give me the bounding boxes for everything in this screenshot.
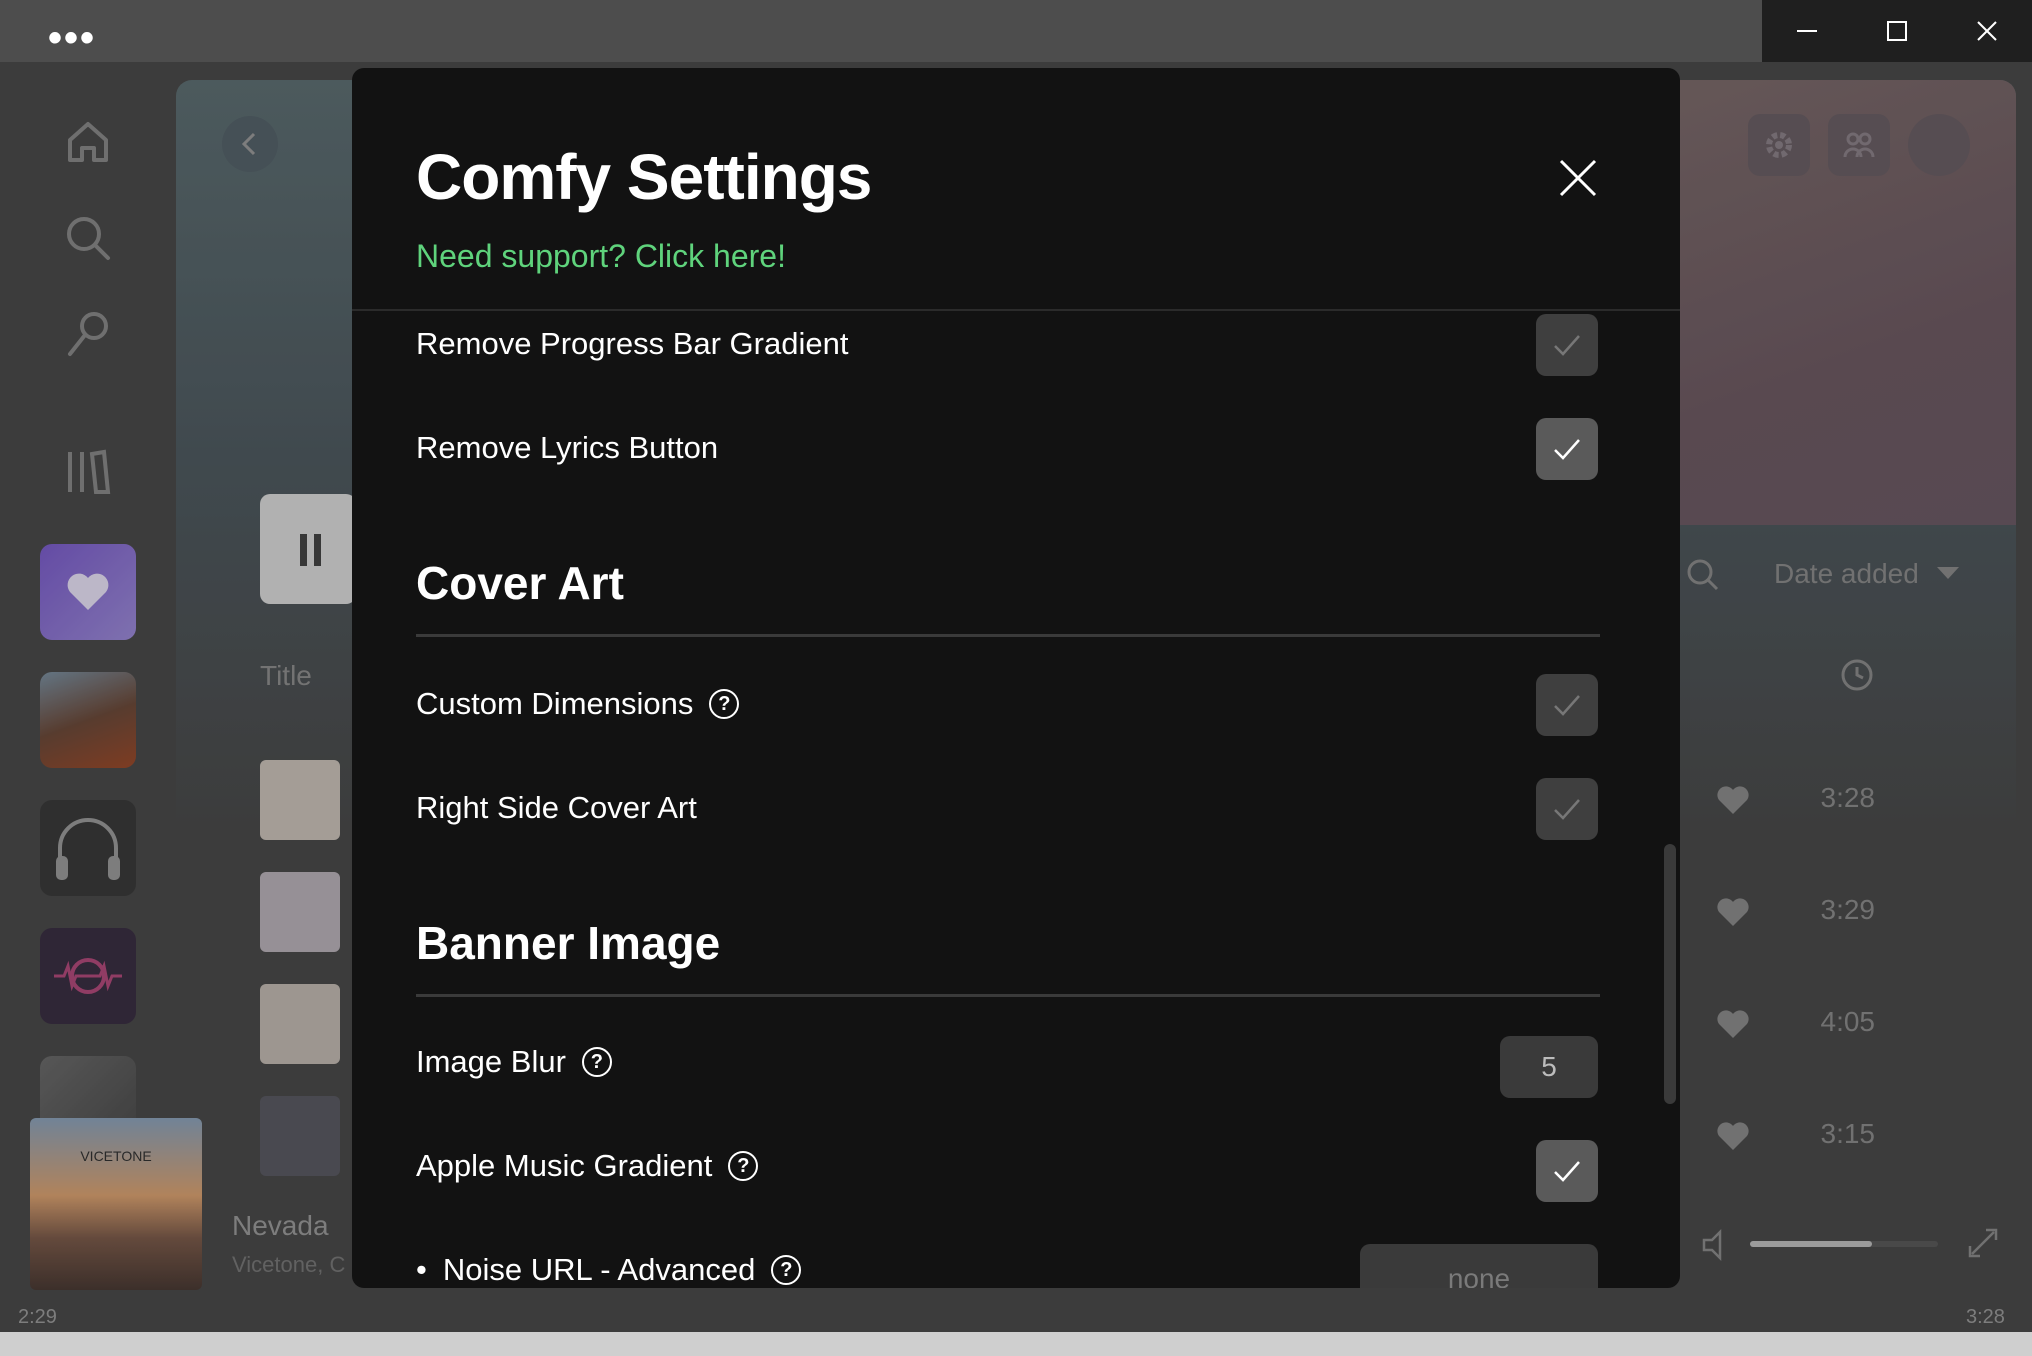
remove-progress-bar-gradient-checkbox[interactable]	[1536, 314, 1598, 376]
checkmark-icon	[1554, 335, 1580, 356]
title-bar	[0, 0, 2032, 62]
image-blur-input[interactable]: 5	[1500, 1036, 1598, 1098]
setting-row-noise-url: • Noise URL - Advanced ?	[416, 1252, 802, 1288]
section-divider	[416, 634, 1600, 637]
modal-title: Comfy Settings	[416, 141, 872, 213]
setting-row-custom-dimensions: Custom Dimensions ?	[416, 686, 740, 722]
section-divider	[416, 994, 1600, 997]
setting-label: Right Side Cover Art	[416, 790, 697, 825]
close-icon[interactable]	[1942, 0, 2032, 62]
help-icon[interactable]: ?	[581, 1047, 612, 1077]
setting-row-apple-music-gradient: Apple Music Gradient ?	[416, 1148, 759, 1184]
custom-dimensions-checkbox[interactable]	[1536, 674, 1598, 736]
setting-label: Remove Lyrics Button	[416, 430, 719, 465]
checkmark-icon	[1554, 439, 1580, 460]
scrollbar[interactable]	[1664, 844, 1676, 1104]
setting-label: Custom Dimensions	[416, 686, 694, 721]
section-heading: Banner Image	[416, 917, 721, 969]
setting-row-image-blur: Image Blur ?	[416, 1044, 612, 1080]
maximize-icon[interactable]	[1852, 0, 1942, 62]
window-controls	[1762, 0, 2032, 62]
apple-music-gradient-checkbox[interactable]	[1536, 1140, 1598, 1202]
more-dots-icon[interactable]: •••	[48, 18, 96, 58]
setting-label: Image Blur	[416, 1044, 566, 1079]
help-icon[interactable]: ?	[771, 1255, 802, 1285]
setting-label: Remove Progress Bar Gradient	[416, 326, 849, 361]
support-link[interactable]: Need support? Click here!	[416, 238, 786, 275]
checkmark-icon	[1554, 1161, 1580, 1182]
bullet: •	[416, 1252, 427, 1287]
section-heading: Cover Art	[416, 557, 624, 609]
setting-label: Apple Music Gradient	[416, 1148, 713, 1183]
right-side-cover-art-checkbox[interactable]	[1536, 778, 1598, 840]
checkmark-icon	[1554, 695, 1580, 716]
noise-url-input[interactable]: none	[1360, 1244, 1598, 1288]
checkmark-icon	[1554, 799, 1580, 820]
remove-lyrics-button-checkbox[interactable]	[1536, 418, 1598, 480]
close-icon[interactable]	[1558, 158, 1598, 198]
minimize-icon[interactable]	[1762, 0, 1852, 62]
settings-modal: Comfy Settings Need support? Click here!…	[352, 68, 1680, 1288]
help-icon[interactable]: ?	[728, 1151, 759, 1181]
progress-bar[interactable]	[0, 1332, 2032, 1356]
divider	[352, 309, 1680, 311]
setting-label: Noise URL - Advanced	[442, 1252, 756, 1287]
help-icon[interactable]: ?	[709, 689, 740, 719]
